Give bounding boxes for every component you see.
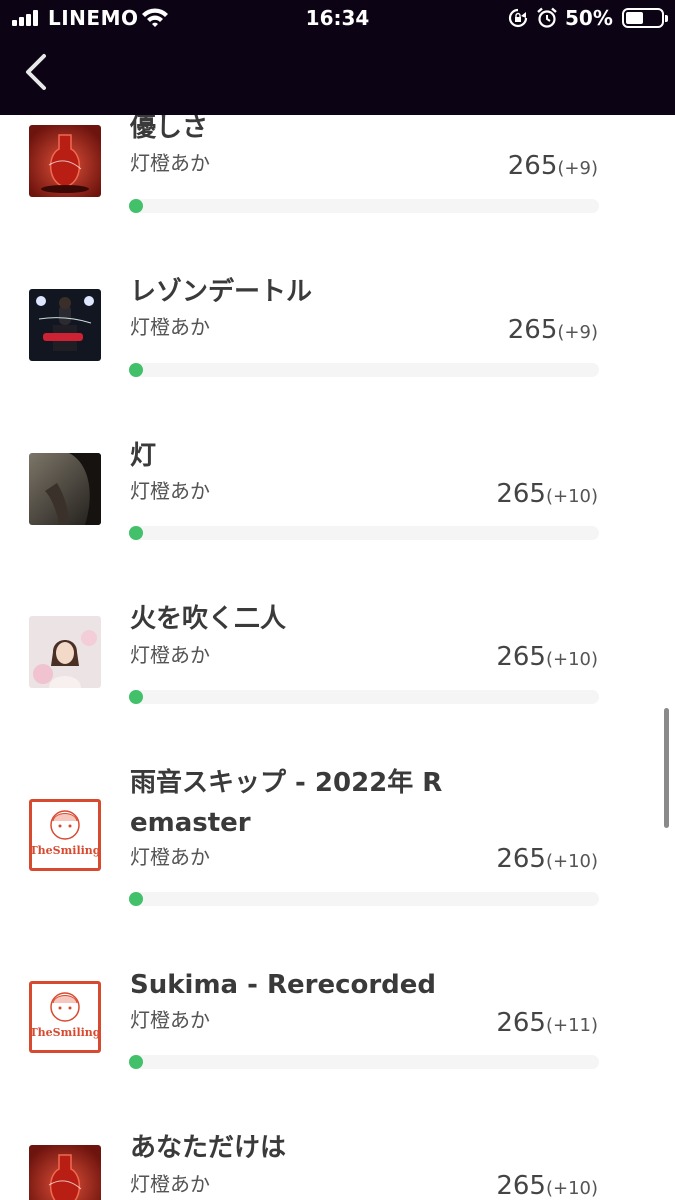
play-count-delta: (+9) [557,158,598,179]
song-title: 優しさ [130,115,209,143]
play-count-delta: (+11) [545,1015,598,1036]
song-title: レゾンデートル [130,277,313,307]
play-count-value: 265 [496,479,546,509]
artist-name: 灯橙あか [130,1008,210,1032]
play-count-delta: (+10) [545,1178,598,1199]
album-art [29,616,101,688]
play-count-value: 265 [496,642,546,672]
rotation-lock-icon [508,8,528,28]
progress-fill [129,199,143,213]
artist-name: 灯橙あか [130,479,210,503]
play-count-value: 265 [507,151,558,181]
scrollbar[interactable] [664,708,669,828]
play-count-value: 265 [496,1008,546,1038]
play-count-value: 265 [496,1171,546,1200]
progress-bar [129,363,599,377]
progress-fill [129,526,143,540]
battery-level-fill [626,12,643,24]
song-list[interactable]: 優しさ 灯橙あか 265(+9) レゾンデートル 灯橙あか 265(+9) 灯灯橙あか 265… [0,115,675,1200]
play-count-value: 265 [507,315,558,345]
song-title: Sukima - Rerecorded [130,970,437,1000]
play-count: 265(+9) [508,151,598,184]
song-title: 灯 [130,441,157,471]
play-count: 265(+11) [496,1008,598,1041]
song-title: 雨音スキップ - 2022年 Remaster [130,768,443,838]
artist-name: 灯橙あか [130,315,210,339]
progress-bar [129,1055,599,1069]
album-art [29,125,101,197]
artist-name: 灯橙あか [130,845,210,869]
play-count: 265(+10) [496,844,598,877]
app-header: LINEMO 16:34 50% [0,0,675,115]
play-count-delta: (+10) [545,649,598,670]
battery-percent: 50% [565,6,613,30]
artist-name: 灯橙あか [130,151,210,175]
play-count-delta: (+9) [557,322,598,343]
album-art [29,453,101,525]
album-art [29,1145,101,1200]
progress-fill [129,892,143,906]
svg-text:TheSmiling: TheSmiling [30,1026,101,1039]
play-count-delta: (+10) [545,851,598,872]
progress-fill [129,690,143,704]
album-art: TheSmiling [29,981,101,1053]
progress-bar [129,199,599,213]
play-count-value: 265 [496,844,546,874]
play-count: 265(+10) [496,1171,598,1200]
progress-bar [129,690,599,704]
play-count: 265(+9) [508,315,598,348]
progress-fill [129,363,143,377]
progress-bar [129,526,599,540]
song-title: あなただけは [130,1133,287,1163]
album-art [29,289,101,361]
album-art: TheSmiling [29,799,101,871]
progress-fill [129,1055,143,1069]
artist-name: 灯橙あか [130,1172,210,1196]
play-count: 265(+10) [496,479,598,512]
alarm-icon [537,7,557,28]
play-count-delta: (+10) [545,486,598,507]
status-bar: LINEMO 16:34 50% [0,0,675,38]
battery-icon [622,8,668,28]
song-title: 火を吹く二人 [130,604,287,634]
back-button[interactable] [20,52,56,92]
play-count: 265(+10) [496,642,598,675]
progress-bar [129,892,599,906]
artist-name: 灯橙あか [130,643,210,667]
svg-text:TheSmiling: TheSmiling [30,844,101,857]
